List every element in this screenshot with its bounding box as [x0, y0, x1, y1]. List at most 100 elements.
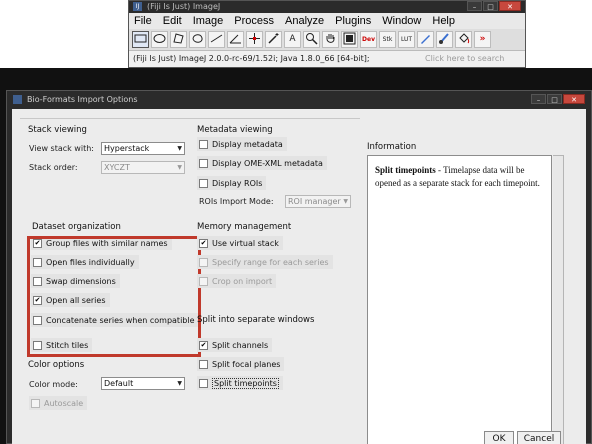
dialog-body: Stack viewing View stack with: Hyperstac… [12, 109, 586, 444]
menu-edit[interactable]: Edit [163, 13, 182, 29]
chevron-down-icon: ▼ [177, 380, 182, 387]
split-timepoints-label: Split timepoints [212, 377, 279, 389]
view-stack-with-select[interactable]: Hyperstack ▼ [101, 142, 185, 155]
memory-management-title: Memory management [197, 222, 292, 232]
information-panel[interactable]: Split timepoints - Timelapse data will b… [367, 155, 552, 444]
checkbox-mark: ✔ [199, 238, 208, 248]
split-timepoints-checkbox[interactable]: Split timepoints [197, 376, 283, 390]
oval-tool-icon[interactable] [151, 31, 168, 48]
rectangle-tool-icon[interactable] [132, 31, 149, 48]
split-focal-planes-checkbox[interactable]: Split focal planes [197, 357, 285, 371]
imagej-menu-bar: File Edit Image Process Analyze Plugins … [129, 13, 525, 29]
bio-formats-dialog: Bio-Formats Import Options – □ ✕ Stack v… [6, 90, 592, 444]
specify-range-label: Specify range for each series [212, 257, 329, 267]
chevron-down-icon: ▼ [177, 164, 182, 171]
menu-analyze[interactable]: Analyze [285, 13, 324, 29]
imagej-title-bar[interactable]: IJ (Fiji Is Just) ImageJ – □ ✕ [129, 1, 525, 13]
checkbox-mark [199, 359, 208, 369]
cancel-button[interactable]: Cancel [517, 431, 561, 444]
crop-on-import-checkbox[interactable]: Crop on import [197, 274, 277, 288]
imagej-main-window: IJ (Fiji Is Just) ImageJ – □ ✕ File Edit… [128, 0, 526, 68]
top-divider [20, 118, 360, 119]
checkbox-mark [199, 158, 208, 168]
lut-tool-icon[interactable]: LUT [398, 31, 415, 48]
checkbox-mark [199, 178, 208, 188]
split-channels-checkbox[interactable]: ✔ Split channels [197, 338, 273, 352]
search-hint[interactable]: Click here to search [425, 51, 504, 67]
more-tools-icon[interactable]: » [474, 31, 491, 48]
imagej-app-icon: IJ [133, 2, 142, 11]
status-text: (Fiji Is Just) ImageJ 2.0.0-rc-69/1.52i;… [133, 54, 370, 63]
split-channels-label: Split channels [212, 340, 269, 350]
chevron-down-icon: ▼ [343, 198, 348, 205]
dialog-minimize-icon[interactable]: – [531, 94, 546, 104]
rois-import-mode-select[interactable]: ROI manager ▼ [285, 195, 351, 208]
split-windows-title: Split into separate windows [197, 315, 315, 325]
dataset-organization-title: Dataset organization [32, 222, 121, 232]
information-text: Split timepoints - Timelapse data will b… [375, 164, 547, 190]
display-metadata-checkbox[interactable]: Display metadata [197, 137, 287, 151]
hand-tool-icon[interactable] [322, 31, 339, 48]
flood-fill-tool-icon[interactable] [455, 31, 472, 48]
checkbox-mark [31, 398, 40, 408]
imagej-status-bar[interactable]: (Fiji Is Just) ImageJ 2.0.0-rc-69/1.52i;… [129, 50, 525, 67]
checkbox-mark [199, 139, 208, 149]
rois-import-mode-value: ROI manager [288, 197, 341, 206]
angle-tool-icon[interactable] [227, 31, 244, 48]
stitch-tiles-checkbox[interactable]: Stitch tiles [31, 338, 93, 352]
brush-tool-icon[interactable] [436, 31, 453, 48]
color-mode-label: Color mode: [29, 380, 78, 389]
specify-range-checkbox[interactable]: Specify range for each series [197, 255, 333, 269]
autoscale-label: Autoscale [44, 398, 84, 408]
use-virtual-stack-checkbox[interactable]: ✔ Use virtual stack [197, 236, 283, 250]
menu-file[interactable]: File [134, 13, 152, 29]
polygon-tool-icon[interactable] [170, 31, 187, 48]
checkbox-mark [33, 340, 42, 350]
menu-help[interactable]: Help [432, 13, 455, 29]
menu-window[interactable]: Window [382, 13, 421, 29]
stacks-tool-icon[interactable]: Stk [379, 31, 396, 48]
display-ome-xml-checkbox[interactable]: Display OME-XML metadata [197, 156, 327, 170]
dialog-title-bar[interactable]: Bio-Formats Import Options – □ ✕ [7, 91, 591, 109]
menu-process[interactable]: Process [234, 13, 274, 29]
zoom-tool-icon[interactable] [303, 31, 320, 48]
wand-tool-icon[interactable] [265, 31, 282, 48]
checkbox-mark [199, 378, 208, 388]
menu-plugins[interactable]: Plugins [335, 13, 371, 29]
view-stack-with-label: View stack with: [29, 144, 94, 153]
point-tool-icon[interactable] [246, 31, 263, 48]
view-stack-with-value: Hyperstack [104, 144, 150, 153]
display-rois-label: Display ROIs [212, 178, 263, 188]
color-picker-tool-icon[interactable] [341, 31, 358, 48]
rois-import-mode-label: ROIs Import Mode: [199, 197, 274, 206]
dialog-close-icon[interactable]: ✕ [563, 94, 585, 104]
display-ome-xml-label: Display OME-XML metadata [212, 158, 323, 168]
use-virtual-stack-label: Use virtual stack [212, 238, 279, 248]
information-scrollbar[interactable] [553, 155, 564, 444]
color-options-title: Color options [28, 360, 85, 370]
color-mode-select[interactable]: Default ▼ [101, 377, 185, 390]
checkbox-mark: ✔ [199, 340, 208, 350]
stitch-tiles-label: Stitch tiles [46, 340, 89, 350]
line-tool-icon[interactable] [208, 31, 225, 48]
freehand-tool-icon[interactable] [189, 31, 206, 48]
display-rois-checkbox[interactable]: Display ROIs [197, 176, 267, 190]
dialog-title: Bio-Formats Import Options [27, 95, 138, 104]
crop-on-import-label: Crop on import [212, 276, 273, 286]
pencil-tool-icon[interactable] [417, 31, 434, 48]
maximize-icon[interactable]: □ [483, 1, 498, 11]
autoscale-checkbox[interactable]: Autoscale [29, 396, 88, 410]
text-tool-icon[interactable]: A [284, 31, 301, 48]
menu-image[interactable]: Image [193, 13, 224, 29]
stack-order-select[interactable]: XYCZT ▼ [101, 161, 185, 174]
close-icon[interactable]: ✕ [499, 1, 521, 11]
ok-button[interactable]: OK [484, 431, 514, 444]
dev-tool-icon[interactable]: Dev [360, 31, 377, 48]
split-focal-planes-label: Split focal planes [212, 359, 281, 369]
metadata-viewing-title: Metadata viewing [197, 125, 273, 135]
display-metadata-label: Display metadata [212, 139, 283, 149]
minimize-icon[interactable]: – [467, 1, 482, 11]
checkbox-mark [199, 276, 208, 286]
dialog-maximize-icon[interactable]: □ [547, 94, 562, 104]
stack-order-label: Stack order: [29, 163, 78, 172]
